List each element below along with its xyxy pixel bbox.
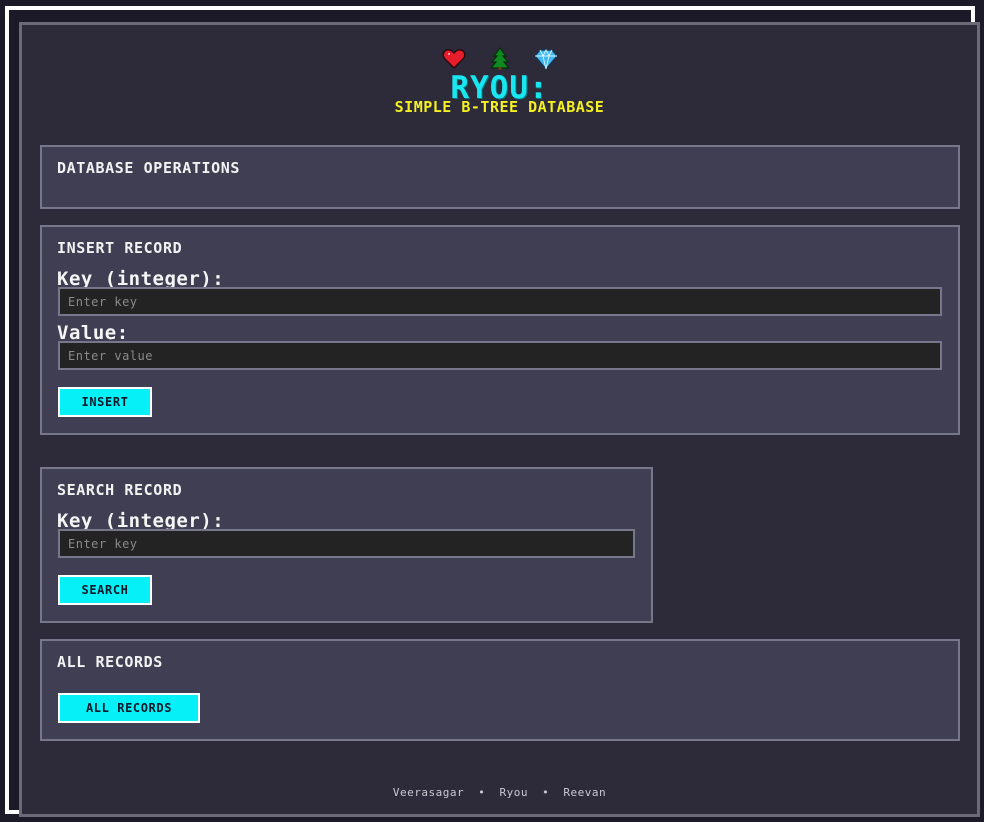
- footer: Veerasagar • Ryou • Reevan: [22, 786, 977, 799]
- diamond-icon: [534, 48, 558, 70]
- search-button[interactable]: SEARCH: [58, 575, 152, 605]
- search-key-label: Key (integer):: [57, 510, 225, 532]
- search-record-title: SEARCH RECORD: [57, 481, 183, 499]
- all-records-title: ALL RECORDS: [57, 653, 163, 671]
- heart-icon: [442, 49, 466, 70]
- database-operations-title: DATABASE OPERATIONS: [57, 159, 240, 177]
- footer-app-name: Ryou: [499, 786, 528, 799]
- app-subtitle: SIMPLE B-TREE DATABASE: [394, 98, 605, 116]
- app-container: RYOU: SIMPLE B-TREE DATABASE DATABASE OP…: [19, 22, 980, 817]
- search-record-panel: SEARCH RECORD Key (integer): SEARCH: [40, 467, 653, 623]
- insert-key-label: Key (integer):: [57, 268, 225, 290]
- insert-value-label: Value:: [57, 322, 129, 344]
- footer-author-1: Veerasagar: [392, 786, 465, 799]
- window-frame: RYOU: SIMPLE B-TREE DATABASE DATABASE OP…: [5, 6, 980, 817]
- footer-separator: •: [478, 786, 486, 799]
- search-key-input[interactable]: [58, 529, 635, 558]
- insert-record-title: INSERT RECORD: [57, 239, 183, 257]
- insert-button[interactable]: INSERT: [58, 387, 152, 417]
- insert-record-panel: INSERT RECORD Key (integer): Value: INSE…: [40, 225, 960, 435]
- tree-icon: [489, 47, 511, 70]
- database-operations-panel: DATABASE OPERATIONS: [40, 145, 960, 209]
- all-records-panel: ALL RECORDS ALL RECORDS: [40, 639, 960, 741]
- all-records-button[interactable]: ALL RECORDS: [58, 693, 200, 723]
- footer-separator: •: [542, 786, 550, 799]
- footer-author-2: Reevan: [563, 786, 607, 799]
- insert-value-input[interactable]: [58, 341, 942, 370]
- insert-key-input[interactable]: [58, 287, 942, 316]
